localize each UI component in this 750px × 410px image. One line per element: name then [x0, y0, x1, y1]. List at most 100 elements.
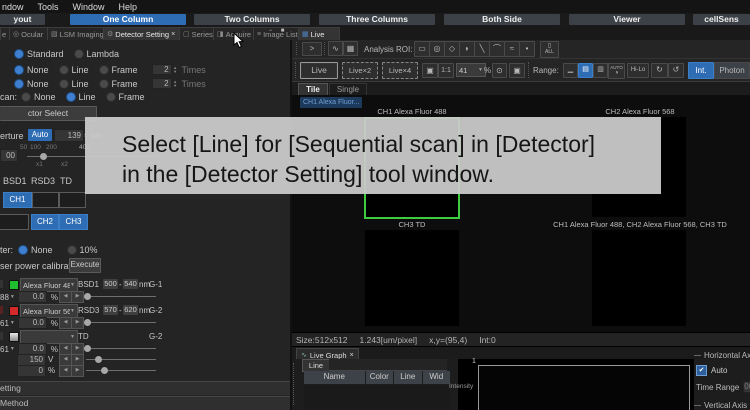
- wavelength-from-input[interactable]: 500: [103, 279, 118, 289]
- chevron-down-icon[interactable]: ▼: [10, 320, 15, 326]
- channel-color-swatch-green[interactable]: [9, 280, 19, 290]
- times-input[interactable]: 2: [152, 64, 172, 75]
- range-high-icon[interactable]: ▥: [593, 63, 608, 78]
- radio-frame[interactable]: [106, 92, 116, 102]
- times-input[interactable]: 2: [152, 78, 172, 89]
- radio-line[interactable]: [59, 65, 69, 75]
- aperture-slider-knob[interactable]: [40, 153, 47, 160]
- toolbar-grip[interactable]: [324, 42, 327, 55]
- close-icon[interactable]: ×: [350, 352, 354, 359]
- image-tile-merged[interactable]: [592, 230, 686, 326]
- column-header-color[interactable]: Color: [366, 371, 394, 384]
- layout-button-three-columns[interactable]: Three Columns: [319, 14, 435, 25]
- column-header-line[interactable]: Line: [394, 371, 422, 384]
- times-stepper[interactable]: ▲▼: [172, 66, 179, 73]
- increase-button[interactable]: ▶: [71, 317, 84, 329]
- slider-knob[interactable]: [101, 367, 108, 374]
- channel-button-empty[interactable]: [59, 192, 86, 208]
- dye-dropdown-488[interactable]: Alexa Fluor 488 ▼: [20, 278, 78, 292]
- intensity-mode-button[interactable]: Int.: [688, 62, 714, 79]
- column-header-width[interactable]: Wid: [423, 371, 451, 384]
- image-tile-ch3[interactable]: [365, 230, 459, 326]
- column-header-name[interactable]: Name: [304, 371, 365, 384]
- minimize-icon[interactable]: −: [266, 27, 275, 35]
- grid-tool-icon[interactable]: ▦: [343, 41, 358, 56]
- spin-down-icon[interactable]: ▼: [172, 70, 179, 74]
- channel-button-ch2[interactable]: CH2: [31, 214, 59, 230]
- toolbar-grip[interactable]: [296, 42, 299, 55]
- roi-point-icon[interactable]: •: [519, 41, 535, 57]
- toolbar-grip[interactable]: [295, 62, 298, 78]
- slider-knob[interactable]: [84, 319, 91, 326]
- menu-item-help[interactable]: Help: [119, 2, 138, 12]
- slider-knob[interactable]: [84, 345, 91, 352]
- chart-tool-icon[interactable]: ∿: [328, 41, 343, 56]
- snapshot-icon[interactable]: ▣: [509, 63, 525, 78]
- auto-contrast-icon[interactable]: AUTO ◑: [608, 63, 625, 79]
- radio-none[interactable]: [14, 79, 24, 89]
- roi-freeform-icon[interactable]: ◗: [459, 41, 475, 57]
- toolbar-grip[interactable]: [528, 62, 531, 78]
- fit-to-window-icon[interactable]: ▣: [422, 63, 438, 78]
- layout-button-one-column[interactable]: One Column: [70, 14, 186, 25]
- radio-none[interactable]: [18, 245, 28, 255]
- radio-none[interactable]: [21, 92, 31, 102]
- roi-line-icon[interactable]: ╲: [474, 41, 490, 57]
- magnifier-icon[interactable]: ⊙: [492, 63, 507, 78]
- aperture-value-input[interactable]: 139: [54, 129, 84, 142]
- radio-line[interactable]: [59, 79, 69, 89]
- channel-button-empty[interactable]: [0, 214, 29, 230]
- hv-slider[interactable]: [86, 359, 156, 360]
- slider-knob[interactable]: [84, 293, 91, 300]
- roi-polygon-icon[interactable]: ◇: [444, 41, 460, 57]
- layout-button-both-side[interactable]: Both Side: [444, 14, 560, 25]
- laser-slider-td[interactable]: [86, 348, 156, 349]
- wavelength-to-input[interactable]: 620: [123, 305, 138, 315]
- live-button[interactable]: Live: [300, 62, 338, 79]
- increase-button[interactable]: ▶: [71, 365, 84, 377]
- offset-input[interactable]: 0: [17, 365, 46, 377]
- execute-button[interactable]: Execute: [69, 258, 101, 273]
- section-bar-setting[interactable]: etting: [0, 381, 290, 395]
- section-bar-method[interactable]: Method: [0, 396, 290, 410]
- roi-polyline-icon[interactable]: ≈: [504, 41, 520, 57]
- maximize-icon[interactable]: ■: [278, 27, 287, 35]
- times-stepper[interactable]: ▲▼: [172, 80, 179, 87]
- roi-curve-icon[interactable]: ⌒: [489, 41, 505, 57]
- range-low-icon[interactable]: ▁: [563, 63, 578, 78]
- close-icon[interactable]: ×: [171, 29, 175, 40]
- tab-live-view[interactable]: ▦ Live: [298, 27, 340, 41]
- layout-button-viewer[interactable]: Viewer: [569, 14, 685, 25]
- menu-item-window[interactable]: Window: [73, 2, 105, 12]
- layout-button-cellsens[interactable]: cellSens: [693, 14, 750, 25]
- laser-percent-input[interactable]: 0.0: [18, 317, 47, 329]
- slider-knob[interactable]: [95, 356, 102, 363]
- laser-slider-561[interactable]: [86, 322, 156, 323]
- detector-select-button[interactable]: ctor Select: [0, 106, 97, 121]
- laser-slider-488[interactable]: [86, 296, 156, 297]
- laser-percent-input[interactable]: 0.0: [18, 291, 47, 303]
- radio-lambda[interactable]: [74, 49, 84, 59]
- radio-10pct[interactable]: [67, 245, 77, 255]
- menu-item-window-partial[interactable]: ndow: [2, 2, 24, 12]
- hi-lo-button[interactable]: Hi-Lo: [627, 63, 649, 78]
- increase-button[interactable]: ▶: [71, 291, 84, 303]
- channel-color-swatch-red[interactable]: [9, 306, 19, 316]
- menu-item-tools[interactable]: Tools: [38, 2, 59, 12]
- layout-button-partial[interactable]: yout: [0, 14, 45, 25]
- panel-grip[interactable]: [293, 363, 296, 405]
- zoom-value-box[interactable]: 00: [0, 149, 18, 162]
- roi-circle-icon[interactable]: ◎: [429, 41, 445, 57]
- auto-checkbox[interactable]: ✔: [696, 365, 707, 376]
- line-table-body[interactable]: [304, 385, 450, 410]
- offset-slider[interactable]: [86, 370, 156, 371]
- aperture-auto-button[interactable]: Auto: [28, 129, 52, 141]
- live-x4-button[interactable]: Live×4: [382, 62, 418, 79]
- radio-frame[interactable]: [99, 79, 109, 89]
- delete-all-roi-icon[interactable]: ▯ ALL: [540, 41, 559, 58]
- chevron-down-icon[interactable]: ▼: [10, 294, 15, 300]
- time-range-input[interactable]: 000: [743, 381, 750, 393]
- tab-detector-setting[interactable]: ⚙ Detector Setting ×: [103, 27, 185, 41]
- live-x2-button[interactable]: Live×2: [342, 62, 378, 79]
- dye-dropdown-td[interactable]: ▼: [20, 330, 78, 344]
